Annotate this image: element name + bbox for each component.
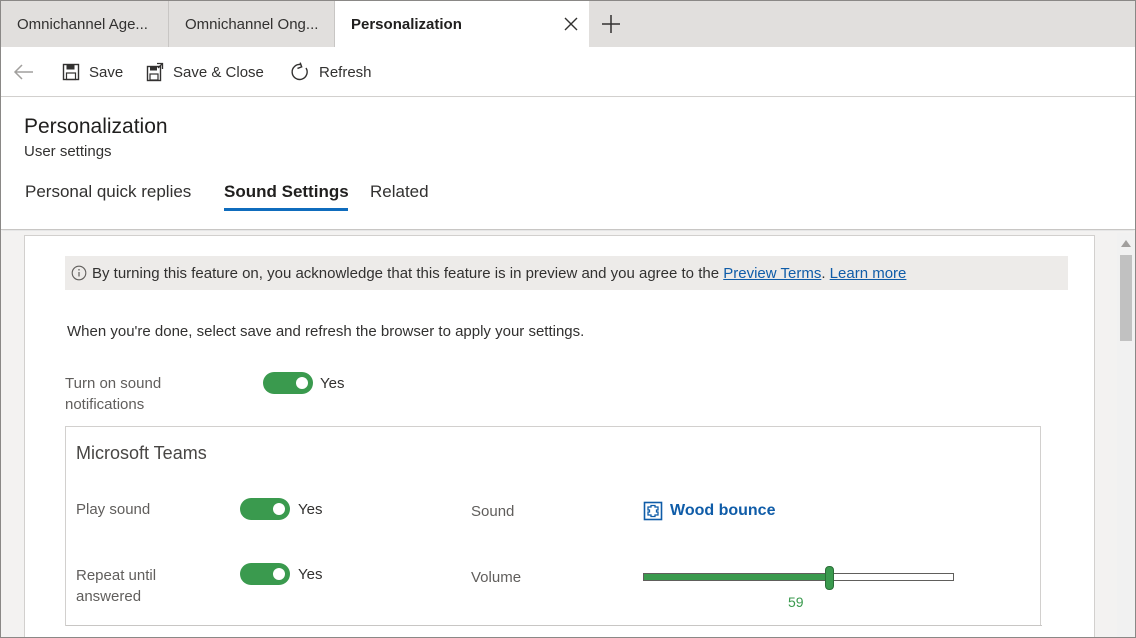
volume-value: 59 [788,594,804,610]
vertical-scrollbar[interactable] [1117,233,1135,637]
save-label: Save [89,63,124,81]
back-arrow-icon[interactable] [11,60,37,84]
volume-label: Volume [471,569,522,586]
toggle-knob [273,568,285,580]
tab-label: Personalization [351,15,462,33]
sound-notifications-value: Yes [320,375,345,392]
section-divider [66,625,1042,626]
play-sound-value: Yes [298,501,323,518]
sound-notifications-toggle[interactable] [263,372,313,394]
page-title: Personalization [24,115,168,138]
sound-file-link[interactable]: Wood bounce [643,501,775,521]
microsoft-teams-section: Microsoft Teams Play sound Yes Repeat un… [65,426,1042,626]
save-icon [62,63,80,81]
volume-slider-track[interactable] [643,573,954,581]
info-icon [71,265,87,281]
tab-label: Omnichannel Age... [17,15,148,33]
tab-sound-settings[interactable]: Sound Settings [224,182,349,202]
sound-file-icon [643,501,663,521]
settings-card: By turning this feature on, you acknowle… [24,235,1095,637]
tab-label: Omnichannel Ong... [185,15,319,33]
tab-omnichannel-agent[interactable]: Omnichannel Age... [1,1,169,47]
command-bar: Save Save & Close Refresh [1,47,1135,97]
info-separator: . [821,264,826,282]
content-area: By turning this feature on, you acknowle… [1,231,1135,637]
repeat-until-answered-label: Repeat until answered [76,567,157,605]
info-text: By turning this feature on, you acknowle… [92,264,720,282]
repeat-until-answered-toggle[interactable] [240,563,290,585]
repeat-until-answered-value: Yes [298,566,323,583]
close-icon[interactable] [561,14,581,34]
volume-slider-fill [644,574,827,580]
tab-personal-quick-replies[interactable]: Personal quick replies [25,182,191,202]
preview-info-bar: By turning this feature on, you acknowle… [65,256,1068,290]
save-button[interactable]: Save [62,47,123,97]
tab-related[interactable]: Related [370,182,429,202]
app-window: Omnichannel Age... Omnichannel Ong... Pe… [0,0,1136,638]
learn-more-link[interactable]: Learn more [830,265,907,282]
scroll-thumb[interactable] [1120,255,1132,341]
scroll-up-arrow-icon[interactable] [1121,240,1131,247]
play-sound-label: Play sound [76,501,151,518]
save-close-icon [146,62,164,82]
page-subtitle: User settings [24,143,112,160]
form-header: Personalization User settings Personal q… [1,98,1135,230]
refresh-button[interactable]: Refresh [290,47,372,97]
sound-label: Sound [471,503,515,520]
save-and-close-button[interactable]: Save & Close [146,47,264,97]
tab-personalization[interactable]: Personalization [335,1,589,47]
add-tab-icon[interactable] [599,12,623,36]
toggle-knob [296,377,308,389]
tab-omnichannel-ongoing[interactable]: Omnichannel Ong... [169,1,335,47]
tab-strip: Omnichannel Age... Omnichannel Ong... Pe… [1,1,1135,47]
save-close-label: Save & Close [173,63,264,81]
preview-terms-link[interactable]: Preview Terms [723,265,821,282]
sound-file-name: Wood bounce [670,502,776,519]
refresh-icon [291,62,308,81]
volume-slider-thumb[interactable] [825,566,834,590]
refresh-label: Refresh [319,63,372,81]
section-title: Microsoft Teams [76,443,207,463]
apply-settings-hint: When you're done, select save and refres… [67,323,585,340]
toggle-knob [273,503,285,515]
active-tab-indicator [224,208,348,211]
sound-notifications-label: Turn on sound notifications [65,375,162,413]
play-sound-toggle[interactable] [240,498,290,520]
